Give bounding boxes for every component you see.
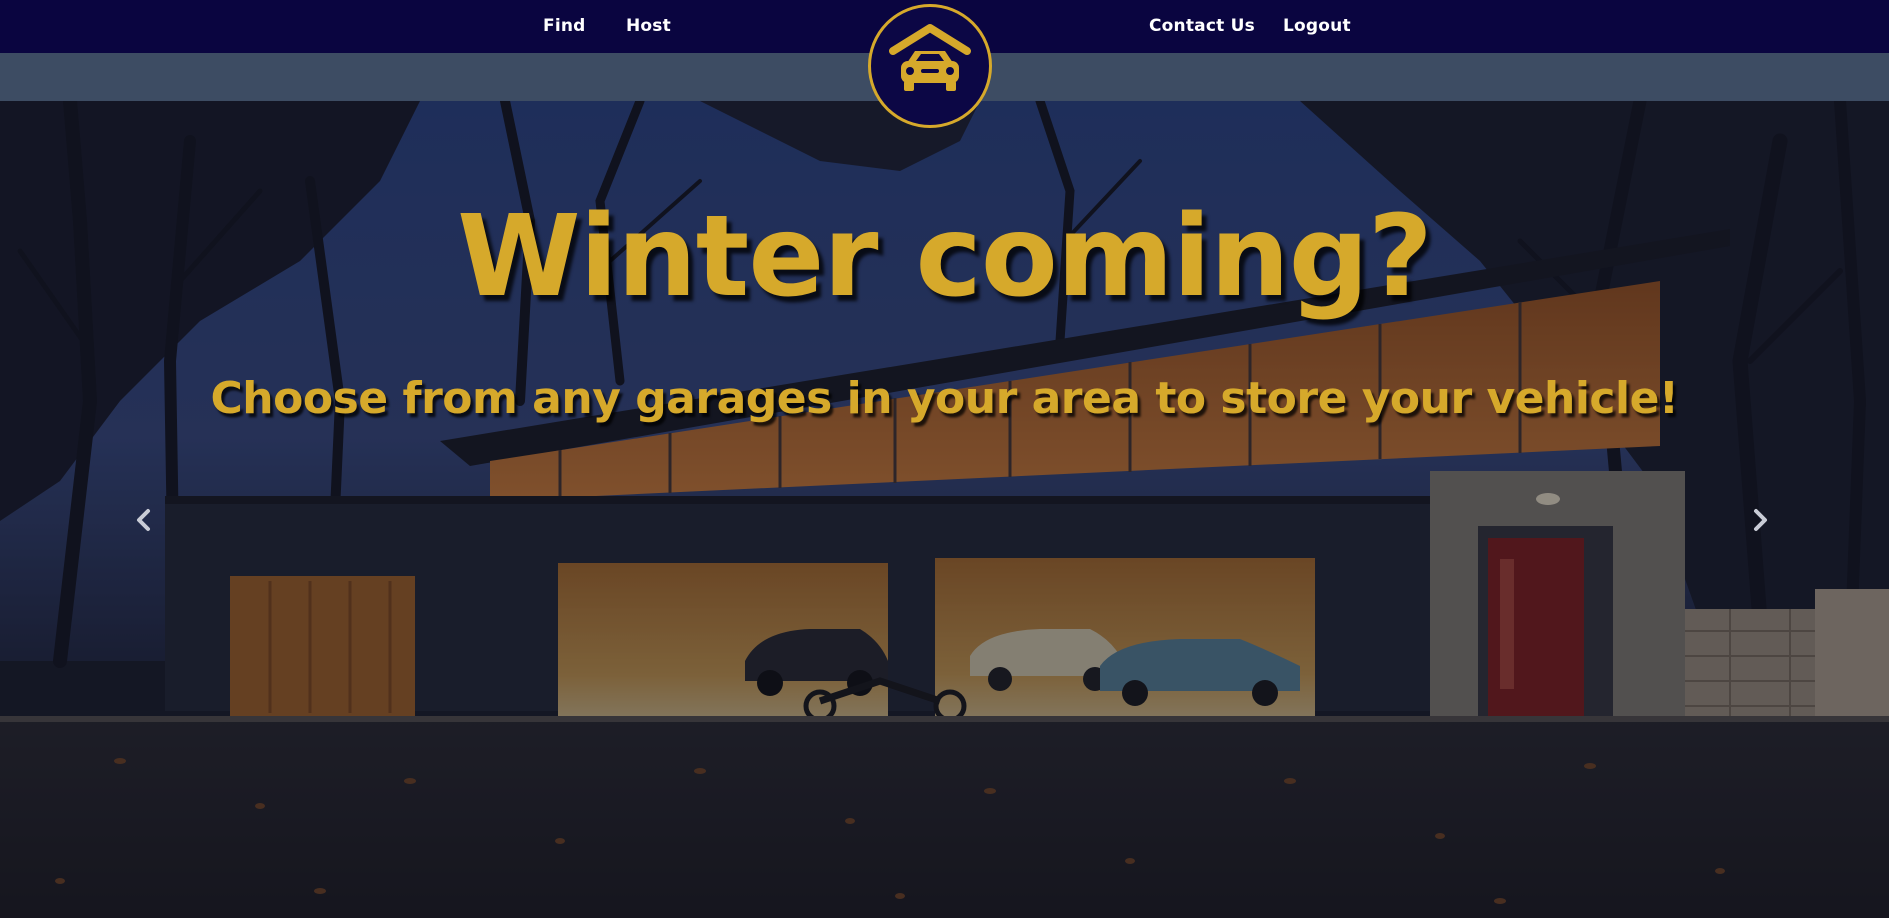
nav-link-find[interactable]: Find [543, 16, 586, 36]
chevron-right-icon [1754, 509, 1767, 531]
hero-headline: Winter coming? [457, 192, 1433, 322]
site-logo[interactable] [868, 4, 992, 128]
nav-link-contact-us[interactable]: Contact Us [1149, 16, 1255, 36]
carousel-next-button[interactable] [1740, 500, 1780, 540]
carousel-prev-button[interactable] [124, 500, 164, 540]
garage-car-icon [889, 24, 971, 91]
nav-link-logout[interactable]: Logout [1283, 16, 1351, 36]
chevron-left-icon [137, 509, 150, 531]
nav-link-host[interactable]: Host [626, 16, 671, 36]
hero-subheadline: Choose from any garages in your area to … [210, 373, 1679, 424]
